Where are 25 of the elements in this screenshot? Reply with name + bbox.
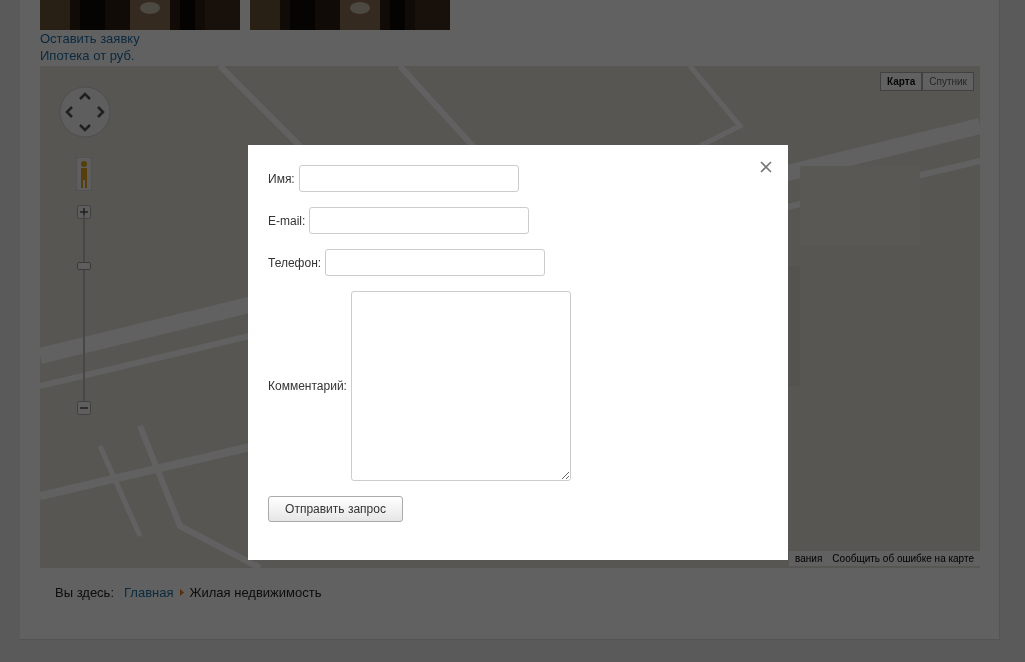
text-link[interactable]: Ипотека от руб. — [40, 48, 135, 64]
zoom-out-icon[interactable] — [77, 401, 91, 415]
field-label: E-mail: — [268, 213, 306, 228]
map-type-tab[interactable]: Спутник — [922, 72, 974, 91]
person-figure-icon[interactable] — [76, 157, 92, 191]
zoom-in-icon[interactable] — [77, 205, 91, 219]
pan-control-icon[interactable] — [59, 86, 111, 138]
breadcrumb-current: Жилая недвижимость — [189, 585, 322, 600]
submit-button[interactable]: Отправить запрос — [268, 496, 403, 522]
breadcrumb-label: Вы здесь: — [55, 585, 114, 600]
map-footer-link[interactable]: вания — [795, 553, 823, 564]
comment-field[interactable] — [350, 291, 571, 481]
input-field[interactable] — [298, 165, 519, 192]
zoom-slider-thumb[interactable] — [77, 262, 91, 271]
breadcrumb-link[interactable]: Главная — [124, 585, 174, 600]
field-label: Телефон: — [268, 255, 322, 270]
close-icon[interactable] — [760, 161, 772, 173]
map-type-tab[interactable]: Карта — [880, 72, 923, 91]
input-field[interactable] — [325, 249, 546, 276]
map-footer-link[interactable]: Сообщить об ошибке на карте — [832, 553, 974, 564]
text-link[interactable]: Оставить заявку — [40, 31, 140, 47]
field-label: Комментарий: — [268, 379, 347, 393]
input-field[interactable] — [309, 207, 530, 234]
breadcrumb-arrow-icon — [179, 589, 184, 596]
field-label: Имя: — [268, 171, 295, 186]
